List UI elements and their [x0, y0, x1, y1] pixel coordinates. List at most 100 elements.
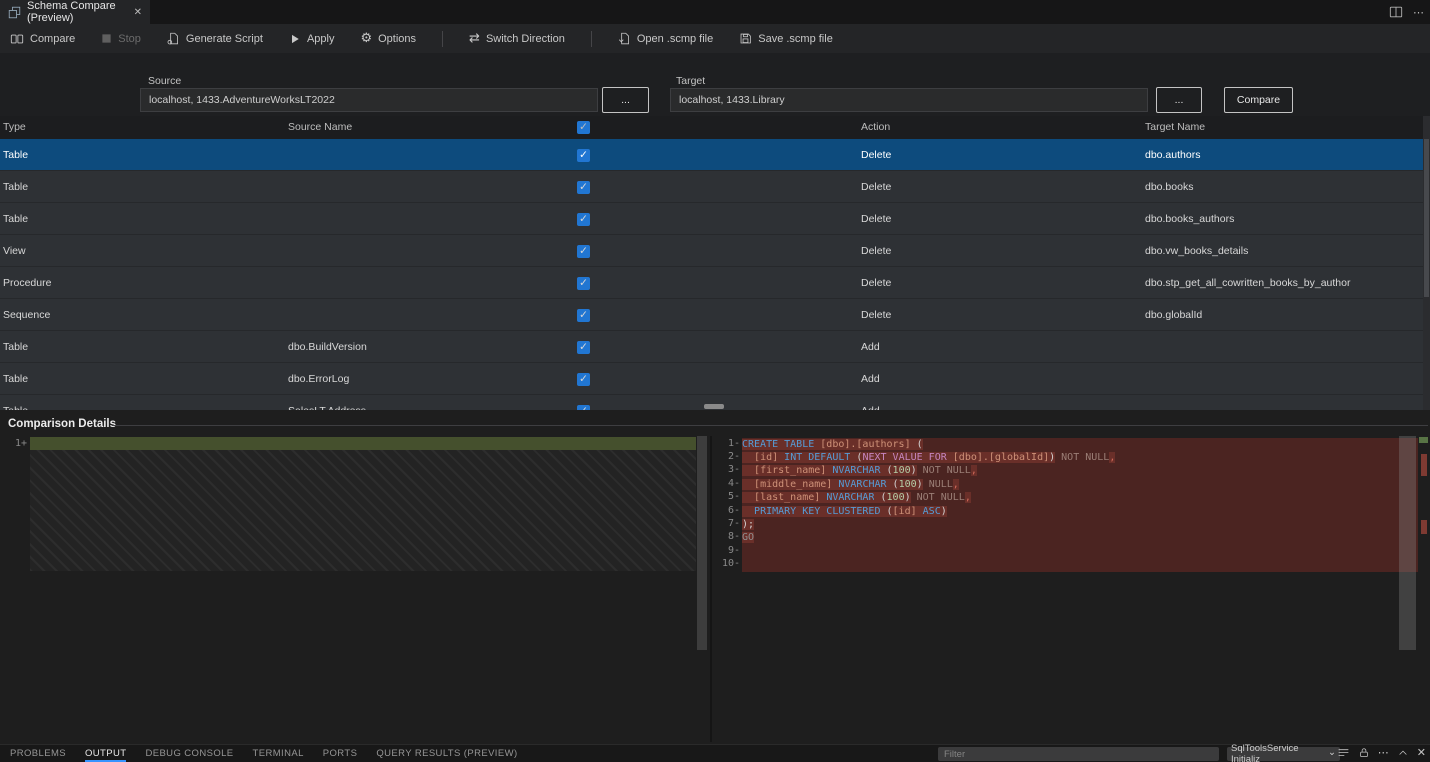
diff-line-number: 10- — [712, 558, 740, 569]
code-token: [last_name] — [754, 492, 820, 503]
column-header-type[interactable]: Type — [3, 121, 26, 133]
toolbar-stop-button[interactable]: Stop — [101, 33, 141, 45]
lock-scroll-icon[interactable] — [1358, 746, 1370, 759]
more-actions-icon[interactable]: ⋯ — [1378, 746, 1389, 759]
panel-tab-problems[interactable]: PROBLEMS — [10, 746, 66, 762]
diff-removed-line — [742, 545, 1418, 558]
diff-line-number: 7- — [712, 518, 740, 529]
panel-tab-output[interactable]: OUTPUT — [85, 746, 126, 762]
output-channel-select[interactable]: SqlToolsService Initializ ⌄ — [1227, 747, 1340, 761]
row-include-checkbox[interactable]: ✓ — [577, 277, 590, 290]
diff-removed-line: PRIMARY KEY CLUSTERED ([id] ASC) — [742, 505, 1418, 518]
column-header-action[interactable]: Action — [861, 121, 890, 133]
panel-resize-handle[interactable] — [704, 404, 724, 409]
row-include-checkbox[interactable]: ✓ — [577, 309, 590, 322]
row-include-checkbox[interactable]: ✓ — [577, 341, 590, 354]
code-token: [dbo].[globalId] — [953, 452, 1049, 463]
schema-compare-window: Schema Compare (Preview) ✕ ⋯ Compare Stop… — [0, 0, 1430, 762]
table-row[interactable]: Table✓Deletedbo.books — [0, 171, 1423, 203]
toolbar-item-label: Open .scmp file — [637, 33, 713, 45]
panel-tab-ports[interactable]: PORTS — [323, 746, 358, 762]
row-include-checkbox[interactable]: ✓ — [577, 213, 590, 226]
comparison-details-panel: Comparison Details 1+ 1-2-3-4-5-6-7-8-9-… — [0, 410, 1430, 744]
table-row[interactable]: Procedure✓Deletedbo.stp_get_all_cowritte… — [0, 267, 1423, 299]
code-token: INT DEFAULT — [784, 452, 850, 463]
row-target-name: dbo.globalId — [1145, 309, 1202, 321]
diff-filler-hatch — [30, 450, 696, 571]
target-label: Target — [676, 75, 705, 87]
table-row[interactable]: View✓Deletedbo.vw_books_details — [0, 235, 1423, 267]
toolbar-open-scmp-file-button[interactable]: Open .scmp file — [618, 32, 713, 45]
code-token: 100 — [887, 492, 905, 503]
panel-tab-debug-console[interactable]: DEBUG CONSOLE — [145, 746, 233, 762]
column-header-target-name[interactable]: Target Name — [1145, 121, 1205, 133]
table-row[interactable]: Table✓Deletedbo.authors — [0, 139, 1423, 171]
code-token: ); — [742, 519, 754, 530]
code-token — [947, 452, 953, 463]
row-action: Delete — [861, 149, 891, 161]
column-header-source-name[interactable]: Source Name — [288, 121, 352, 133]
code-token: ( — [887, 479, 899, 490]
code-token: ) — [941, 506, 947, 517]
grid-scrollbar[interactable] — [1423, 116, 1430, 410]
toolbar-save-scmp-file-button[interactable]: Save .scmp file — [739, 32, 833, 45]
code-token: NVARCHAR — [826, 492, 874, 503]
diff-removed-line: [middle_name] NVARCHAR (100) NULL, — [742, 478, 1418, 491]
code-token: ( — [874, 492, 886, 503]
open-scmp-icon — [618, 32, 631, 45]
row-include-checkbox[interactable]: ✓ — [577, 181, 590, 194]
row-include-checkbox[interactable]: ✓ — [577, 245, 590, 258]
diff-right-scrollbar[interactable] — [1399, 436, 1416, 650]
panel-tab-query-results-preview-[interactable]: QUERY RESULTS (PREVIEW) — [376, 746, 517, 762]
panel-tabs: PROBLEMS OUTPUT DEBUG CONSOLE TERMINAL PORTS… — [0, 746, 518, 762]
diff-removed-line: CREATE TABLE [dbo].[authors] ( — [742, 438, 1418, 451]
table-row[interactable]: Sequence✓Deletedbo.globalId — [0, 299, 1423, 331]
row-action: Delete — [861, 245, 891, 257]
diff-removed-line: ); — [742, 518, 1418, 531]
details-divider — [112, 425, 1428, 426]
grid-header-row: Type Source Name ✓ Action Target Name — [0, 116, 1430, 139]
split-editor-icon[interactable] — [1389, 5, 1403, 19]
row-include-checkbox[interactable]: ✓ — [577, 149, 590, 162]
close-panel-icon[interactable]: ✕ — [1417, 746, 1426, 759]
row-action: Delete — [861, 181, 891, 193]
row-include-checkbox[interactable]: ✓ — [577, 373, 590, 386]
tab-schema-compare[interactable]: Schema Compare (Preview) ✕ — [0, 0, 150, 24]
row-target-name: dbo.vw_books_details — [1145, 245, 1248, 257]
clear-output-icon[interactable] — [1337, 746, 1350, 759]
table-row[interactable]: Table✓Deletedbo.books_authors — [0, 203, 1423, 235]
panel-tab-terminal[interactable]: TERMINAL — [253, 746, 304, 762]
output-filter-input[interactable] — [938, 747, 1219, 761]
code-token: [middle_name] — [754, 479, 832, 490]
compare-button[interactable]: Compare — [1224, 87, 1293, 113]
row-source-name: dbo.BuildVersion — [288, 341, 367, 353]
row-target-name: dbo.books — [1145, 181, 1193, 193]
overview-ruler-removed-mark — [1421, 520, 1427, 534]
table-row[interactable]: Tabledbo.BuildVersion✓Add — [0, 331, 1423, 363]
source-browse-button[interactable]: ... — [602, 87, 649, 113]
code-token — [742, 506, 754, 517]
toolbar-options-button[interactable]: ⚙Options — [360, 32, 416, 45]
source-input[interactable] — [140, 88, 598, 112]
select-all-checkbox[interactable]: ✓ — [577, 121, 590, 134]
tab-close-icon[interactable]: ✕ — [134, 7, 142, 18]
grid-rows: Table✓Deletedbo.authorsTable✓Deletedbo.b… — [0, 139, 1423, 410]
toolbar-switch-direction-button[interactable]: ⇄Switch Direction — [469, 32, 565, 45]
toolbar-generate-script-button[interactable]: Generate Script — [167, 32, 263, 45]
diff-removed-line: [last_name] NVARCHAR (100) NOT NULL, — [742, 491, 1418, 504]
toolbar-compare-button[interactable]: Compare — [10, 32, 75, 46]
target-input[interactable] — [670, 88, 1148, 112]
maximize-panel-icon[interactable] — [1397, 747, 1409, 759]
code-token: [id] — [754, 452, 778, 463]
generate-script-icon — [167, 32, 180, 45]
code-token: CREATE TABLE — [742, 439, 820, 450]
diff-left-scrollbar[interactable] — [697, 436, 707, 650]
target-browse-button[interactable]: ... — [1156, 87, 1202, 113]
diff-line-number: 3- — [712, 464, 740, 475]
table-row[interactable]: Tabledbo.ErrorLog✓Add — [0, 363, 1423, 395]
comparison-results-grid: Type Source Name ✓ Action Target Name Ta… — [0, 116, 1430, 410]
row-source-name: dbo.ErrorLog — [288, 373, 349, 385]
more-actions-icon[interactable]: ⋯ — [1413, 6, 1424, 19]
code-token: [id] — [893, 506, 917, 517]
toolbar-apply-button[interactable]: Apply — [289, 33, 335, 45]
